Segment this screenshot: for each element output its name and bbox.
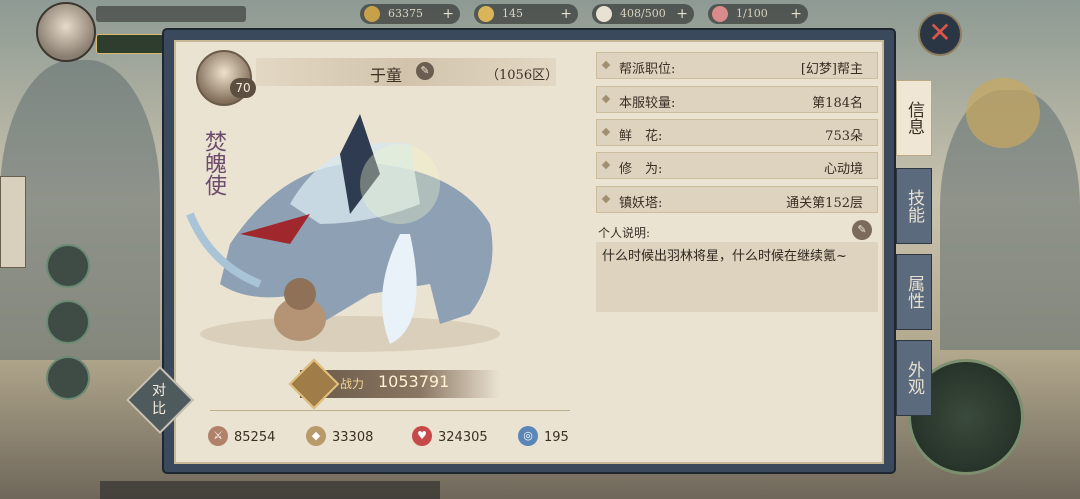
- sword-icon: ⚔: [208, 426, 228, 446]
- info-value: [幻梦]帮主: [800, 62, 863, 77]
- player-avatar[interactable]: [36, 2, 96, 62]
- info-value: 通关第152层: [786, 196, 863, 211]
- resource-ticket: 1/100 +: [708, 4, 808, 24]
- ticket-icon: [712, 6, 728, 22]
- info-row-cultivation: 修 为: 心动境: [596, 152, 878, 179]
- settings-round-button[interactable]: [46, 356, 90, 400]
- resource-value: 63375: [388, 7, 423, 20]
- add-ticket-button[interactable]: +: [790, 4, 802, 24]
- defense-value: 33308: [332, 430, 374, 445]
- info-row-rank: 本服较量: 第184名: [596, 86, 878, 113]
- power-value: 1053791: [378, 372, 450, 391]
- info-key: 镇妖塔:: [619, 196, 663, 211]
- bottom-menu-bar[interactable]: [100, 481, 440, 499]
- tab-attributes[interactable]: 属性: [896, 254, 932, 330]
- player-name-bar: [96, 6, 246, 22]
- diamond-icon: [601, 94, 611, 104]
- resource-value: 408/500: [620, 7, 666, 20]
- compare-label: 对比: [152, 383, 166, 417]
- bio-text: 什么时候出羽林将星，什么时候在继续氪~: [596, 242, 878, 312]
- edit-bio-icon[interactable]: ✎: [852, 220, 872, 240]
- menu-round-button[interactable]: [46, 244, 90, 288]
- tab-label: 信息: [904, 101, 924, 135]
- close-icon: ✕: [928, 16, 952, 49]
- diamond-icon: [601, 127, 611, 137]
- hero-name: 于童: [370, 66, 403, 85]
- info-row-flowers: 鲜 花: 753朵: [596, 119, 878, 146]
- resource-stamina: 408/500 +: [592, 4, 694, 24]
- info-key: 修 为:: [619, 162, 663, 177]
- info-key: 帮派职位:: [619, 62, 676, 77]
- diamond-icon: [601, 60, 611, 70]
- add-gold-button[interactable]: +: [560, 4, 572, 24]
- tab-label: 外观: [904, 361, 924, 395]
- info-row-guild: 帮派职位: [幻梦]帮主: [596, 52, 878, 79]
- swirl-icon: ◎: [518, 426, 538, 446]
- side-scroll-banner[interactable]: [0, 176, 26, 268]
- decorative-emblem: [966, 78, 1040, 148]
- resource-value: 145: [502, 7, 523, 20]
- diamond-icon: [601, 160, 611, 170]
- menu-round-button[interactable]: [46, 300, 90, 344]
- bio-label: 个人说明:: [598, 226, 651, 240]
- armor-icon: ◆: [306, 426, 326, 446]
- tab-skills[interactable]: 技能: [896, 168, 932, 244]
- resource-value: 1/100: [736, 7, 768, 20]
- info-key: 鲜 花:: [619, 129, 663, 144]
- gold-ingot-icon: [478, 6, 494, 22]
- tab-label: 属性: [904, 275, 924, 309]
- divider: [210, 410, 570, 411]
- tab-appearance[interactable]: 外观: [896, 340, 932, 416]
- info-row-tower: 镇妖塔: 通关第152层: [596, 186, 878, 213]
- info-key: 本服较量:: [619, 96, 676, 111]
- attack-value: 85254: [234, 430, 276, 445]
- tab-label: 技能: [904, 189, 924, 223]
- stamina-icon: [596, 6, 612, 22]
- heart-icon: ♥: [412, 426, 432, 446]
- resource-copper: 63375 +: [360, 4, 460, 24]
- tab-info[interactable]: 信息: [896, 80, 932, 156]
- info-value: 心动境: [823, 162, 863, 177]
- health-value: 324305: [438, 430, 488, 445]
- server-label: （1056区）: [486, 68, 559, 83]
- copper-coin-icon: [364, 6, 380, 22]
- character-mount-art: [186, 114, 500, 352]
- player-title-badge: [96, 34, 164, 54]
- info-value: 753朵: [825, 129, 863, 144]
- add-stamina-button[interactable]: +: [676, 4, 688, 24]
- add-copper-button[interactable]: +: [442, 4, 454, 24]
- speed-value: 195: [544, 430, 569, 445]
- info-value: 第184名: [812, 96, 863, 111]
- close-button[interactable]: ✕: [918, 12, 962, 56]
- power-label: 战力: [340, 377, 365, 391]
- diamond-icon: [601, 194, 611, 204]
- edit-name-icon[interactable]: ✎: [416, 62, 434, 80]
- resource-gold: 145 +: [474, 4, 578, 24]
